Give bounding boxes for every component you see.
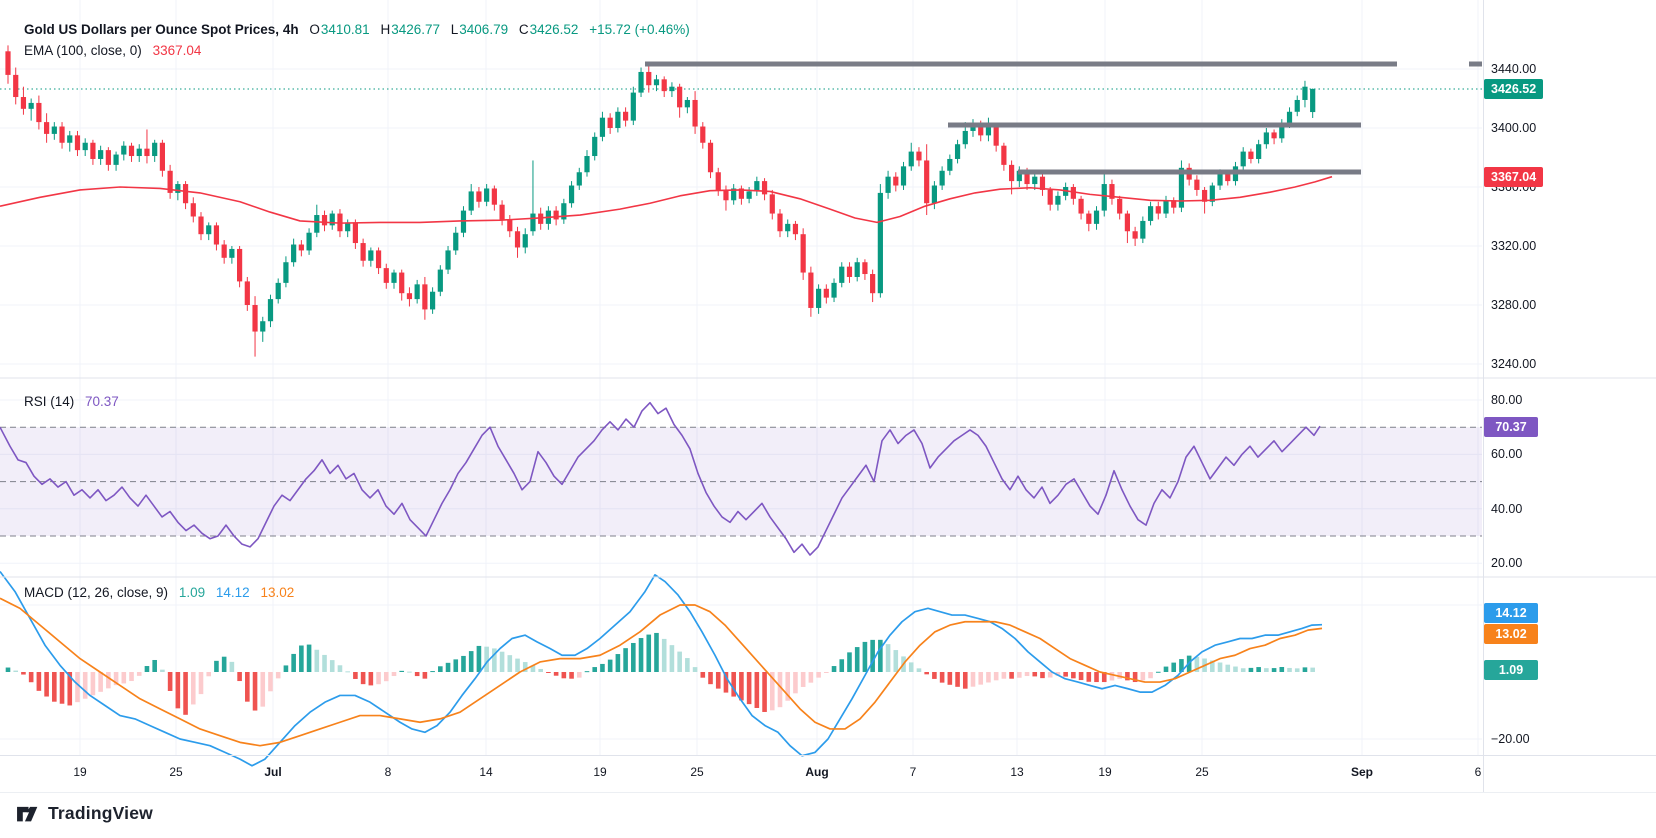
tradingview-logo-icon (14, 800, 40, 826)
price-tick-label: 3280.00 (1491, 298, 1536, 312)
macd-line (0, 572, 1322, 766)
time-tick-label: 13 (1010, 765, 1023, 779)
macd-hist-value: 1.09 (179, 585, 205, 600)
open-label: O (309, 22, 320, 37)
time-tick-label: 14 (479, 765, 492, 779)
macd-label: MACD (12, 26, close, 9) (24, 585, 168, 600)
rsi-value: 70.37 (85, 394, 119, 409)
ema-line (0, 177, 1332, 223)
low-label: L (451, 22, 459, 37)
price-tick-label: 40.00 (1491, 502, 1522, 516)
chart-canvas[interactable] (0, 0, 1656, 838)
time-tick-label: 6 (1475, 765, 1482, 779)
axis-price-badge: 3367.04 (1484, 167, 1543, 187)
time-tick-label: 25 (1195, 765, 1208, 779)
axis-price-badge: 70.37 (1484, 417, 1538, 437)
macd-signal-line (0, 598, 1322, 745)
time-tick-label: Sep (1351, 765, 1373, 779)
time-tick-label: 19 (593, 765, 606, 779)
time-tick-label: Jul (264, 765, 281, 779)
main-series-legend[interactable]: Gold US Dollars per Ounce Spot Prices, 4… (24, 22, 697, 37)
close-value: 3426.52 (530, 22, 579, 37)
low-value: 3406.79 (459, 22, 508, 37)
rsi-legend[interactable]: RSI (14) 70.37 (24, 394, 126, 409)
price-tick-label: 3400.00 (1491, 121, 1536, 135)
time-tick-label: 8 (385, 765, 392, 779)
chart-bottom-border (0, 792, 1656, 793)
open-value: 3410.81 (321, 22, 370, 37)
price-tick-label: 20.00 (1491, 556, 1522, 570)
tradingview-logo[interactable]: TradingView (14, 800, 153, 826)
macd-signal-value: 13.02 (260, 585, 294, 600)
axis-price-badge: 13.02 (1484, 624, 1538, 644)
close-label: C (519, 22, 529, 37)
axis-price-badge: 14.12 (1484, 603, 1538, 623)
price-tick-label: 60.00 (1491, 447, 1522, 461)
change-value: +15.72 (+0.46%) (589, 22, 690, 37)
time-tick-label: 25 (169, 765, 182, 779)
time-tick-label: 7 (910, 765, 917, 779)
macd-histogram (6, 633, 1315, 715)
macd-legend[interactable]: MACD (12, 26, close, 9) 1.09 14.12 13.02 (24, 585, 301, 600)
axis-price-badge: 1.09 (1484, 660, 1538, 680)
ema-label: EMA (100, close, 0) (24, 43, 142, 58)
price-tick-label: 3440.00 (1491, 62, 1536, 76)
chart-window: Gold US Dollars per Ounce Spot Prices, 4… (0, 0, 1656, 838)
time-tick-label: 19 (73, 765, 86, 779)
price-tick-label: 80.00 (1491, 393, 1522, 407)
time-tick-label: Aug (805, 765, 828, 779)
ema-value: 3367.04 (153, 43, 202, 58)
tradingview-logo-text: TradingView (48, 803, 153, 824)
rsi-label: RSI (14) (24, 394, 74, 409)
chart-title: Gold US Dollars per Ounce Spot Prices, 4… (24, 22, 299, 37)
price-tick-label: 3240.00 (1491, 357, 1536, 371)
time-tick-label: 19 (1098, 765, 1111, 779)
time-tick-label: 25 (690, 765, 703, 779)
macd-line-value: 14.12 (216, 585, 250, 600)
price-tick-label: −20.00 (1491, 732, 1530, 746)
high-value: 3426.77 (391, 22, 440, 37)
price-tick-label: 3320.00 (1491, 239, 1536, 253)
ema-legend[interactable]: EMA (100, close, 0) 3367.04 (24, 43, 208, 58)
axis-price-badge: 3426.52 (1484, 79, 1543, 99)
time-axis-separator (0, 755, 1656, 756)
high-label: H (380, 22, 390, 37)
